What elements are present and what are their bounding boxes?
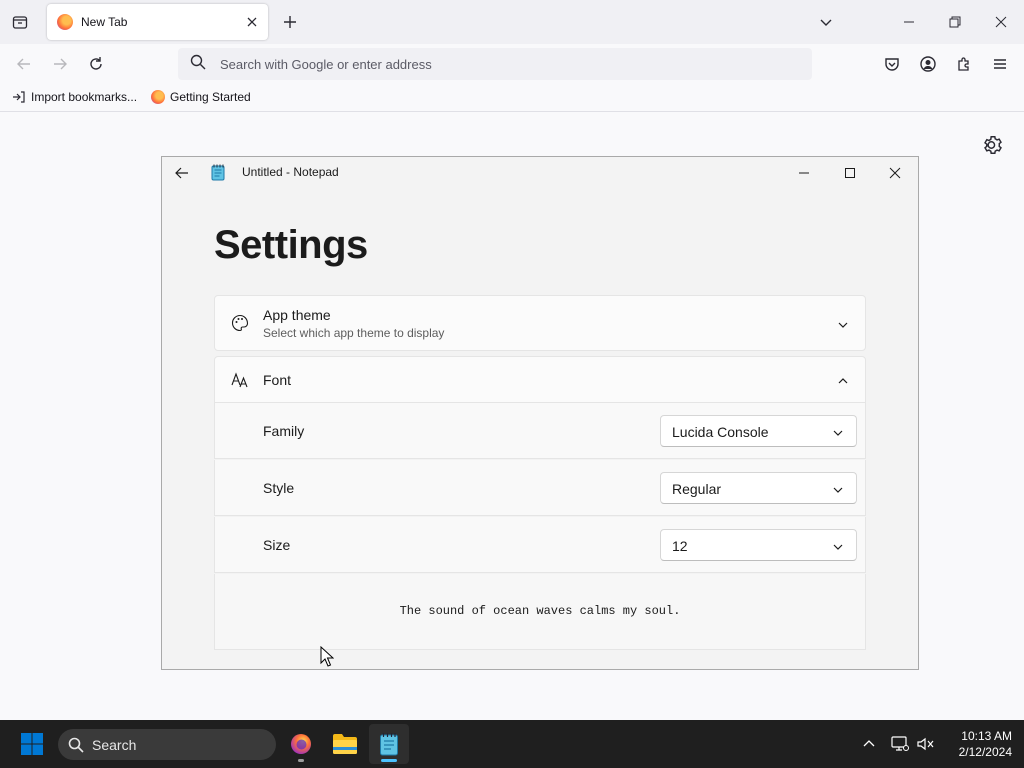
plus-icon[interactable] [278,10,302,34]
font-family-dropdown[interactable]: Lucida Console [660,415,857,447]
import-icon [12,90,26,104]
font-size-dropdown[interactable]: 12 [660,529,857,561]
bookmarks-toolbar: Import bookmarks... Getting Started [0,86,1024,112]
chevron-down-icon [832,426,844,438]
firefox-icon[interactable] [281,724,321,764]
system-clock[interactable]: 10:13 AM 2/12/2024 [940,728,1012,760]
restore-icon[interactable] [932,8,978,36]
size-label: Size [263,537,291,553]
taskbar: Search 10:13 AM 2/12/2024 [0,720,1024,768]
minimize-icon[interactable] [886,8,932,36]
chevron-down-icon [837,318,849,330]
font-preview: The sound of ocean waves calms my soul. [214,574,866,650]
active-indicator [381,759,397,762]
back-icon[interactable] [12,52,36,76]
font-size-row: Size 12 [214,517,866,573]
style-label: Style [263,480,295,496]
address-bar[interactable]: Search with Google or enter address [178,48,812,80]
font-style-value: Regular [672,481,722,497]
font-style-row: Style Regular [214,460,866,516]
bookmark-label: Getting Started [170,90,251,104]
notepad-window: Untitled - Notepad Settings App theme Se… [161,156,919,670]
file-explorer-icon[interactable] [325,724,365,764]
font-icon [231,371,249,389]
tab-title: New Tab [81,15,128,29]
running-indicator [298,759,304,762]
tab-list-icon[interactable] [8,10,32,34]
clock-time: 10:13 AM [961,729,1012,743]
bookmark-getting-started[interactable]: Getting Started [151,90,251,104]
network-icon[interactable] [890,734,910,754]
font-style-dropdown[interactable]: Regular [660,472,857,504]
notepad-icon [211,164,225,181]
chevron-down-icon [832,483,844,495]
close-window-icon[interactable] [978,8,1024,36]
notepad-taskbar-icon[interactable] [369,724,409,764]
gear-icon[interactable] [982,134,1004,156]
font-title: Font [263,372,292,388]
browser-nav-bar: Search with Google or enter address [0,44,1024,86]
font-family-value: Lucida Console [672,424,769,440]
address-placeholder: Search with Google or enter address [220,56,432,72]
extensions-icon[interactable] [952,52,976,76]
close-icon[interactable] [872,157,918,189]
chevron-down-icon[interactable] [814,10,838,34]
back-arrow-icon[interactable] [168,161,196,185]
family-label: Family [263,423,305,439]
font-card[interactable]: Font [214,356,866,403]
account-icon[interactable] [916,52,940,76]
taskbar-search-label: Search [92,736,137,753]
page-title: Settings [214,223,368,267]
search-icon [190,54,206,75]
palette-icon [231,314,249,332]
search-icon [68,737,84,753]
window-title: Untitled - Notepad [242,165,339,179]
app-theme-subtitle: Select which app theme to display [263,326,445,340]
font-size-value: 12 [672,538,688,554]
chevron-up-icon[interactable] [859,734,879,754]
minimize-icon[interactable] [781,157,827,189]
taskbar-search[interactable]: Search [58,729,276,760]
preview-text: The sound of ocean waves calms my soul. [399,604,681,618]
chevron-down-icon [832,540,844,552]
font-family-row: Family Lucida Console [214,403,866,459]
pocket-icon[interactable] [880,52,904,76]
app-theme-title: App theme [263,307,331,323]
windows-start-icon[interactable] [12,724,52,764]
forward-icon[interactable] [48,52,72,76]
tab-new-tab[interactable]: New Tab [47,4,268,40]
bookmark-import[interactable]: Import bookmarks... [12,90,137,104]
mouse-cursor-icon [320,645,335,667]
clock-date: 2/12/2024 [958,745,1012,759]
bookmark-label: Import bookmarks... [31,90,138,104]
notepad-title-bar: Untitled - Notepad [162,157,918,189]
app-theme-card[interactable]: App theme Select which app theme to disp… [214,295,866,351]
reload-icon[interactable] [84,52,108,76]
maximize-icon[interactable] [827,157,873,189]
close-icon[interactable] [238,8,266,36]
firefox-icon [57,14,73,30]
firefox-icon [151,90,165,104]
menu-icon[interactable] [988,52,1012,76]
chevron-up-icon [837,374,849,386]
volume-muted-icon[interactable] [916,734,936,754]
browser-tab-bar: New Tab [0,0,1024,44]
